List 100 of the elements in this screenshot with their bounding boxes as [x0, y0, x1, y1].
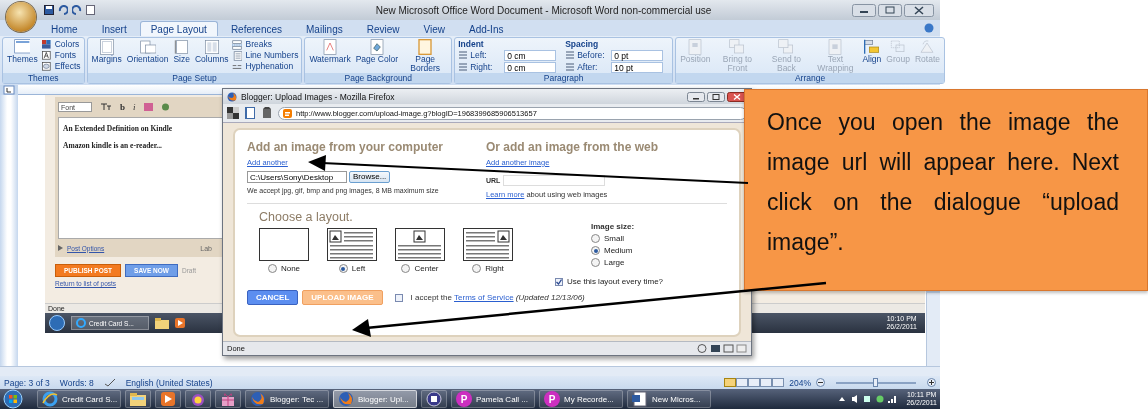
radio-label: Small [604, 234, 624, 243]
zoom-in-icon[interactable] [927, 378, 936, 387]
status-icons-drawing[interactable] [697, 344, 747, 353]
ribbon-button[interactable]: Line Numbers [232, 50, 299, 61]
ribbon-button[interactable]: Effects [41, 61, 81, 72]
view-buttons-icon[interactable] [724, 378, 785, 387]
spin-field[interactable]: 0 pt [611, 49, 664, 61]
ribbon-tab[interactable]: View [412, 21, 456, 36]
maximize-icon[interactable] [707, 91, 725, 102]
ribbon-button[interactable]: Hyphenation [232, 61, 299, 72]
radio-button[interactable] [591, 258, 600, 267]
spin-field[interactable]: 0 cm [504, 49, 557, 61]
ribbon-button[interactable]: Margins [90, 39, 123, 64]
ribbon-tab[interactable]: Page Layout [139, 21, 218, 36]
zoom-out-icon[interactable] [816, 378, 825, 387]
proofing-icon[interactable] [103, 378, 116, 387]
page-color-icon [368, 39, 385, 55]
taskbar-button[interactable] [155, 390, 181, 408]
ribbon-button[interactable]: Themes [6, 39, 39, 64]
ribbon-tab[interactable]: Home [40, 21, 89, 36]
redo-icon[interactable] [72, 5, 82, 15]
zoom-level[interactable]: 204% [789, 377, 811, 388]
ribbon-button[interactable]: Orientation [125, 39, 170, 64]
bookmark-icon[interactable] [244, 107, 256, 119]
browse-button[interactable]: Browse... [349, 171, 391, 183]
office-button[interactable] [6, 2, 36, 32]
radio-button[interactable] [267, 264, 277, 273]
taskbar-button[interactable] [185, 390, 211, 408]
taskbar-button[interactable] [421, 390, 447, 408]
ribbon-button[interactable]: Align [861, 39, 883, 64]
slider-thumb[interactable] [873, 377, 878, 387]
minimize-icon[interactable] [852, 3, 876, 17]
taskbar-button[interactable]: Blogger: Tec ... [245, 390, 329, 408]
start-orb-icon[interactable] [49, 315, 65, 331]
taskbar-button[interactable]: P Pamela Call ... [451, 390, 535, 408]
layout-icon[interactable] [227, 107, 239, 119]
taskbar-button[interactable]: Credit Card S... [37, 390, 121, 408]
themes-icon [14, 39, 31, 55]
horizontal-scrollbar[interactable] [0, 366, 940, 376]
new-document-icon[interactable] [86, 5, 95, 15]
help-icon[interactable] [924, 23, 934, 33]
radio-button[interactable] [591, 246, 600, 255]
save-icon[interactable] [44, 5, 54, 15]
ribbon-tab[interactable]: Mailings [295, 21, 354, 36]
tag-icon[interactable] [261, 107, 273, 119]
radio-button[interactable] [338, 264, 348, 273]
layout-preview-drawing[interactable] [259, 228, 309, 261]
tab-stop-icon[interactable] [0, 85, 18, 95]
file-path-field[interactable]: C:\Users\Sony\Desktop [247, 171, 347, 183]
taskbar-button[interactable]: New Micros... [627, 390, 711, 408]
ribbon-tab[interactable]: Insert [90, 21, 138, 36]
start-orb-icon[interactable] [3, 389, 23, 409]
spin-field[interactable]: 10 pt [611, 61, 664, 73]
undo-icon[interactable] [58, 5, 68, 15]
word-count[interactable]: Words: 8 [59, 377, 94, 388]
ribbon-button[interactable]: Page Color [354, 39, 400, 64]
layout-preview-drawing[interactable] [463, 228, 513, 261]
checkbox[interactable] [555, 277, 563, 286]
folder-icon[interactable] [155, 317, 169, 329]
language-indicator[interactable]: English (United States) [125, 377, 213, 388]
vertical-scrollbar[interactable] [926, 293, 940, 366]
text-size-icon[interactable] [100, 103, 112, 111]
taskbar-button[interactable] [125, 390, 151, 408]
ribbon-button[interactable]: Breaks [232, 39, 299, 50]
ribbon-tab[interactable]: References [219, 21, 293, 36]
text-color-icon[interactable] [143, 103, 153, 111]
ribbon-button[interactable]: Watermark [308, 39, 352, 64]
checkbox[interactable] [394, 293, 403, 302]
ribbon-button[interactable]: Fonts [41, 50, 81, 61]
layout-preview-drawing[interactable] [327, 228, 377, 261]
play-icon[interactable] [175, 318, 185, 328]
ribbon-button[interactable]: Page Borders [402, 39, 449, 73]
breaks-icon [232, 39, 243, 50]
ribbon-tab[interactable]: Review [355, 21, 411, 36]
italic-button[interactable]: i [133, 102, 136, 112]
radio-button[interactable] [401, 264, 411, 273]
spin-field[interactable]: 0 cm [504, 61, 557, 73]
line-numbers-icon [232, 50, 243, 61]
terms-text: I accept the Terms of Service (Updated 12/13/06) [410, 293, 585, 302]
terms-of-service-link[interactable]: Terms of Service [454, 293, 514, 302]
taskbar-button[interactable]: P My Recorde... [539, 390, 623, 408]
ribbon-button[interactable]: Size [172, 39, 191, 64]
url-field[interactable] [503, 175, 606, 186]
page-count[interactable]: Page: 3 of 3 [4, 377, 50, 388]
system-tray-icons-drawing[interactable] [838, 394, 899, 404]
radio-button[interactable] [591, 234, 600, 243]
triangle-icon[interactable] [58, 245, 63, 251]
app-letter-icon: P [456, 391, 472, 407]
zoom-slider[interactable] [836, 381, 916, 384]
minimize-icon[interactable] [687, 91, 705, 102]
close-icon[interactable] [904, 3, 934, 17]
bold-button[interactable]: b [120, 102, 125, 112]
taskbar-button[interactable] [215, 390, 241, 408]
ribbon-button[interactable]: Columns [193, 39, 230, 64]
radio-button[interactable] [472, 264, 482, 273]
layout-preview-drawing[interactable] [395, 228, 445, 261]
ribbon-tab[interactable]: Add-Ins [458, 21, 515, 36]
link-icon[interactable] [160, 103, 170, 111]
taskbar-button[interactable]: Blogger: Upl... [333, 390, 417, 408]
ribbon-button[interactable]: Colors [41, 39, 81, 50]
